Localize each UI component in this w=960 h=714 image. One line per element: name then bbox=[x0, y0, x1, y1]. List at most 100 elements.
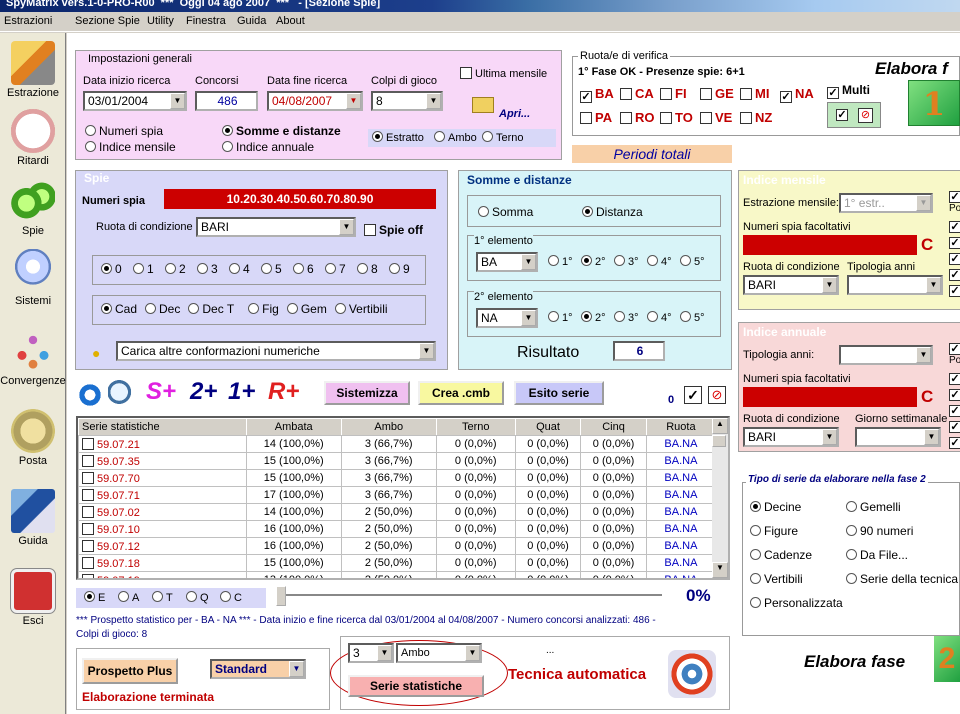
apri-button[interactable]: Apri... bbox=[499, 108, 530, 120]
pos1-5[interactable]: 5° bbox=[680, 255, 713, 268]
ruota-checkbox-mi[interactable]: MI bbox=[740, 86, 780, 101]
data-inizio-field[interactable]: 03/01/2004 ▼ bbox=[83, 91, 187, 111]
concorsi-field[interactable]: 486 bbox=[195, 91, 258, 111]
row-checkbox[interactable] bbox=[82, 437, 94, 450]
annuale-check-4[interactable]: ✓ bbox=[949, 419, 960, 433]
chevron-down-icon[interactable]: ▼ bbox=[916, 195, 931, 211]
sidebar-item-guida[interactable]: Guida bbox=[0, 489, 66, 547]
ruota-checkbox-to[interactable]: TO bbox=[660, 110, 700, 125]
tipo-cad[interactable]: Cad bbox=[101, 302, 137, 316]
scroll-thumb[interactable] bbox=[712, 435, 726, 447]
colpi-field[interactable]: 8 ▼ bbox=[371, 91, 443, 111]
row-checkbox[interactable] bbox=[82, 522, 94, 535]
fac-field[interactable] bbox=[743, 235, 917, 255]
col-header-4[interactable]: Quat bbox=[514, 418, 582, 436]
pos2-5[interactable]: 5° bbox=[680, 311, 713, 324]
filter-e[interactable]: E bbox=[84, 591, 118, 604]
sidebar-item-spie[interactable]: Spie bbox=[0, 179, 66, 237]
cifra-8[interactable]: 8 bbox=[357, 262, 389, 276]
tipo-gem[interactable]: Gem bbox=[286, 302, 327, 316]
chevron-down-icon[interactable]: ▼ bbox=[426, 93, 441, 109]
table-row[interactable]: 59.07.1913 (100,0%)2 (50,0%)0 (0,0%)0 (0… bbox=[78, 571, 717, 578]
sorte-select[interactable]: Ambo ▼ bbox=[396, 643, 482, 663]
pos1-4[interactable]: 4° bbox=[647, 255, 680, 268]
tipo-opt-3[interactable]: 90 numeri bbox=[846, 524, 913, 538]
serie-count-select[interactable]: 3 ▼ bbox=[348, 643, 394, 663]
cifra-9[interactable]: 9 bbox=[389, 262, 421, 276]
tipo-opt-2[interactable]: Figure bbox=[750, 524, 798, 538]
menu-utility[interactable]: Utility bbox=[147, 15, 174, 27]
chevron-down-icon[interactable]: ▼ bbox=[346, 93, 361, 109]
ultima-mensile-checkbox[interactable]: Ultima mensile bbox=[460, 67, 547, 80]
cifra-4[interactable]: 4 bbox=[229, 262, 261, 276]
table-row[interactable]: 59.07.12 16 (100,0%) 2 (50,0%) 0 (0,0%) 0 (0… bbox=[78, 537, 717, 555]
table-scrollbar[interactable]: ▲ ▼ bbox=[712, 418, 728, 578]
estr-mensile-select[interactable]: 1° estr.. ▼ bbox=[839, 193, 933, 213]
ruota-checkbox-ba[interactable]: ✓ BA bbox=[580, 86, 620, 103]
pos1-2[interactable]: 2° bbox=[581, 255, 614, 268]
sistemizza-button[interactable]: Sistemizza bbox=[324, 381, 410, 405]
chevron-down-icon[interactable]: ▼ bbox=[465, 645, 480, 661]
mensile-check-2[interactable]: ✓ bbox=[949, 235, 960, 249]
annuale-fac-field[interactable] bbox=[743, 387, 917, 407]
deselect-all-icon[interactable]: ⊘ bbox=[708, 386, 726, 404]
menu-about[interactable]: About bbox=[276, 15, 305, 27]
menu-guida[interactable]: Guida bbox=[237, 15, 266, 27]
tipo-opt-1[interactable]: Gemelli bbox=[846, 500, 901, 514]
row-checkbox[interactable] bbox=[82, 488, 94, 501]
mensile-po-checkbox[interactable]: ✓ bbox=[949, 189, 960, 203]
row-checkbox[interactable] bbox=[82, 454, 94, 467]
clear-all-icon[interactable]: ⊘ bbox=[858, 108, 873, 123]
annuale-check-2[interactable]: ✓ bbox=[949, 387, 960, 401]
s-plus-button[interactable]: S+ bbox=[146, 378, 176, 406]
tipo-vertibili[interactable]: Vertibili bbox=[334, 302, 388, 316]
mensile-ruota-select[interactable]: BARI ▼ bbox=[743, 275, 839, 295]
internet-explorer-icon[interactable] bbox=[78, 382, 102, 408]
col-header-2[interactable]: Ambo bbox=[340, 418, 437, 436]
table-row[interactable]: 59.07.02 14 (100,0%) 2 (50,0%) 0 (0,0%) 0 (0… bbox=[78, 503, 717, 521]
tipo-dec[interactable]: Dec bbox=[145, 302, 180, 316]
spie-off-checkbox[interactable]: Spie off bbox=[364, 223, 423, 237]
row-checkbox[interactable] bbox=[82, 573, 94, 578]
filter-a[interactable]: A bbox=[118, 591, 152, 604]
pos1-1[interactable]: 1° bbox=[548, 255, 581, 268]
one-plus-button[interactable]: 1+ bbox=[228, 378, 255, 406]
pos2-3[interactable]: 3° bbox=[614, 311, 647, 324]
progress-slider[interactable] bbox=[276, 586, 286, 606]
opt-estratto[interactable]: Estratto bbox=[372, 131, 424, 144]
standard-select[interactable]: Standard ▼ bbox=[210, 659, 306, 679]
tipo-dec-t[interactable]: Dec T bbox=[188, 302, 234, 316]
tipo-fig[interactable]: Fig bbox=[248, 302, 279, 316]
r-plus-button[interactable]: R+ bbox=[268, 378, 299, 406]
row-checkbox[interactable] bbox=[82, 505, 94, 518]
tipo-opt-8[interactable]: Personalizzata bbox=[750, 596, 843, 610]
mensile-check-4[interactable]: ✓ bbox=[949, 267, 960, 281]
carica-conformazioni-select[interactable]: Carica altre conformazioni numeriche ▼ bbox=[116, 341, 436, 361]
cifra-5[interactable]: 5 bbox=[261, 262, 293, 276]
chevron-down-icon[interactable]: ▼ bbox=[916, 347, 931, 363]
chevron-down-icon[interactable]: ▼ bbox=[924, 429, 939, 445]
esito-serie-button[interactable]: Esito serie bbox=[514, 381, 604, 405]
chevron-down-icon[interactable]: ▼ bbox=[926, 277, 941, 293]
ruota-checkbox-ve[interactable]: VE bbox=[700, 110, 740, 125]
filter-q[interactable]: Q bbox=[186, 591, 220, 604]
multi-checkbox[interactable]: ✓ Multi bbox=[827, 83, 870, 99]
chevron-down-icon[interactable]: ▼ bbox=[377, 645, 392, 661]
elabora-fase2-button[interactable]: 2 bbox=[934, 636, 960, 682]
filter-c[interactable]: C bbox=[220, 591, 254, 604]
ruota-checkbox-pa[interactable]: PA bbox=[580, 110, 620, 125]
ruota-checkbox-ro[interactable]: RO bbox=[620, 110, 660, 125]
magnifier-icon[interactable] bbox=[108, 380, 136, 410]
serie-statistiche-button[interactable]: Serie statistiche bbox=[348, 675, 484, 697]
annuale-po-checkbox[interactable]: ✓ bbox=[949, 341, 960, 355]
table-row[interactable]: 59.07.21 14 (100,0%) 3 (66,7%) 0 (0,0%) 0 (0… bbox=[78, 435, 717, 453]
ruota-checkbox-ge[interactable]: GE bbox=[700, 86, 740, 101]
chevron-down-icon[interactable]: ▼ bbox=[822, 429, 837, 445]
ruota-condizione-select[interactable]: BARI ▼ bbox=[196, 217, 356, 237]
check-all-icon[interactable]: ✓ bbox=[836, 109, 848, 121]
cifra-2[interactable]: 2 bbox=[165, 262, 197, 276]
sidebar-item-esci[interactable]: Esci bbox=[0, 569, 66, 627]
sidebar-item-sistemi[interactable]: Sistemi bbox=[0, 249, 66, 307]
col-header-5[interactable]: Cinq bbox=[580, 418, 647, 436]
chevron-down-icon[interactable]: ▼ bbox=[822, 277, 837, 293]
